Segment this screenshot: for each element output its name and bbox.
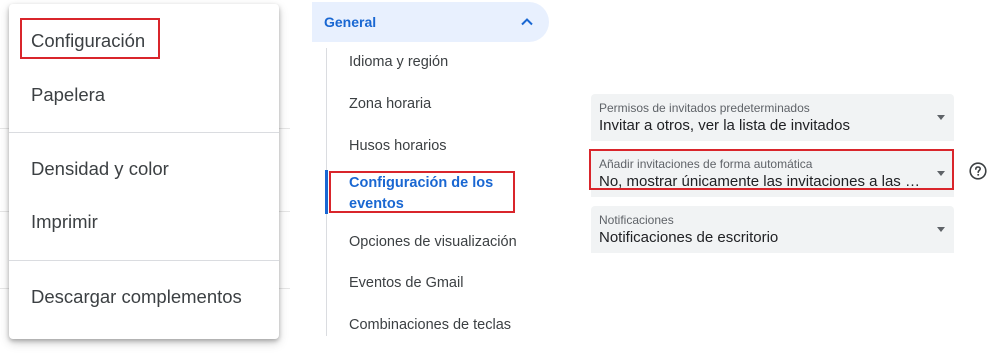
nav-item-husos-horarios[interactable]: Husos horarios [349,136,549,157]
nav-item-label: Configuración de los eventos [349,175,494,212]
dropdown-arrow-icon [937,115,945,120]
select-label: Notificaciones [599,213,674,227]
nav-item-idioma[interactable]: Idioma y región [349,52,549,73]
nav-item-label: Husos horarios [349,138,447,154]
nav-item-combinaciones-teclas[interactable]: Combinaciones de teclas [349,315,549,336]
settings-nav: General Idioma y región Zona horaria Hus… [312,0,562,359]
menu-divider [9,132,279,133]
auto-invites-select[interactable]: Añadir invitaciones de forma automática … [591,150,954,197]
nav-item-zona-horaria[interactable]: Zona horaria [349,94,549,115]
menu-item-label: Densidad y color [31,158,169,179]
nav-item-configuracion-eventos[interactable]: Configuración de los eventos [349,173,504,215]
nav-section-general[interactable]: General [312,2,549,42]
select-value: No, mostrar únicamente las invitaciones … [599,173,926,190]
nav-item-label: Opciones de visualización [349,234,517,250]
menu-item-label: Descargar complementos [31,286,242,307]
menu-item-papelera[interactable]: Papelera [9,74,279,116]
menu-item-imprimir[interactable]: Imprimir [9,201,279,243]
menu-item-densidad[interactable]: Densidad y color [9,148,279,190]
settings-menu: Configuración Papelera Densidad y color … [9,4,279,339]
select-value: Notificaciones de escritorio [599,229,779,246]
nav-item-label: Idioma y región [349,54,449,70]
select-label: Añadir invitaciones de forma automática [599,157,813,171]
guest-permissions-select[interactable]: Permisos de invitados predeterminados In… [591,94,954,141]
menu-item-label: Imprimir [31,211,98,232]
nav-item-label: Zona horaria [349,96,432,112]
nav-section-label: General [324,14,377,30]
nav-active-indicator [325,170,328,214]
menu-item-label: Configuración [31,30,146,51]
menu-divider [9,260,279,261]
nav-item-eventos-gmail[interactable]: Eventos de Gmail [349,273,549,294]
nav-item-label: Eventos de Gmail [349,275,464,291]
nav-item-opciones-visualizacion[interactable]: Opciones de visualización [349,232,549,253]
notifications-select[interactable]: Notificaciones Notificaciones de escrito… [591,206,954,253]
dropdown-arrow-icon [937,171,945,176]
menu-item-configuracion[interactable]: Configuración [9,20,279,62]
chevron-up-icon [521,18,533,26]
select-value: Invitar a otros, ver la lista de invitad… [599,117,850,134]
menu-item-label: Papelera [31,84,106,105]
menu-item-descargar[interactable]: Descargar complementos [9,276,279,318]
help-circle-icon[interactable] [969,162,987,180]
dropdown-arrow-icon [937,227,945,232]
select-label: Permisos de invitados predeterminados [599,101,810,115]
nav-item-label: Combinaciones de teclas [349,317,512,333]
